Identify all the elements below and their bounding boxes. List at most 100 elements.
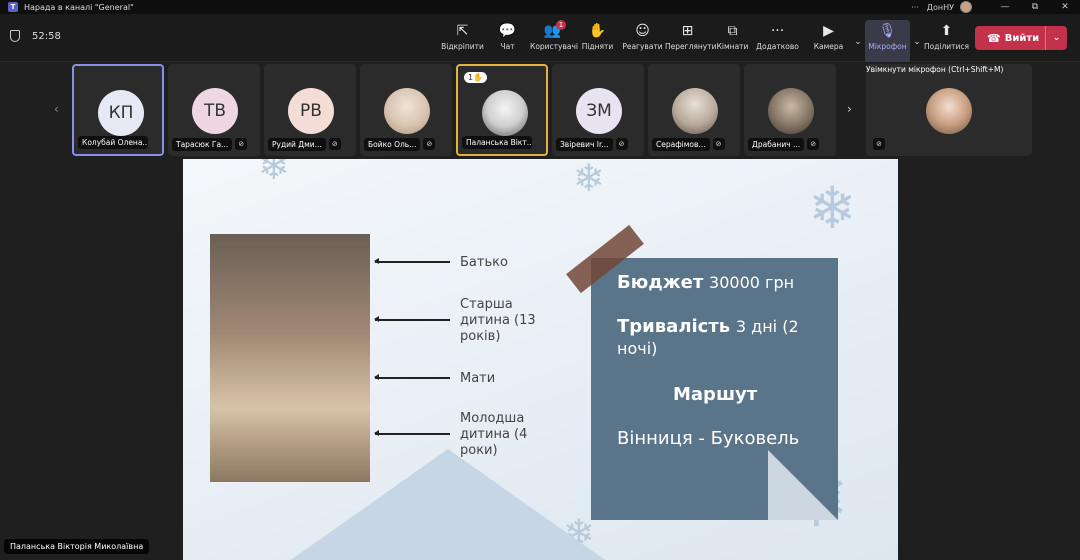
more-label: Додатково — [756, 42, 799, 51]
leave-button[interactable]: ☎ Вийти ⌄ — [975, 26, 1067, 50]
account-avatar[interactable] — [960, 1, 972, 13]
avatar — [672, 88, 718, 134]
meeting-timer: 52:58 — [10, 30, 61, 42]
meeting-toolbar: 52:58 ⇱ Відкріпити 💬 Чат 👥 1 Користувачі ✋ Пі… — [0, 14, 1080, 64]
raised-hand-badge: 1✋ — [464, 72, 488, 83]
people-button[interactable]: 👥 1 Користувачі — [530, 20, 579, 64]
route-heading: Маршут — [673, 384, 758, 405]
strip-prev-chevron-icon[interactable]: ‹ — [54, 102, 59, 116]
avatar: КП — [98, 90, 144, 136]
microphone-button[interactable]: 🎙 Мікрофон — [865, 20, 910, 64]
arrow-icon — [374, 316, 450, 322]
grid-icon: ⊞ — [681, 23, 694, 39]
camera-label: Камера — [813, 42, 844, 51]
label-younger-child: Молодша дитина (4 роки) — [374, 411, 540, 459]
participant-name: Драбанич ... — [748, 137, 805, 151]
participant-name: Рудий Дми... — [268, 137, 326, 151]
people-icon: 👥 — [543, 23, 562, 39]
more-options-icon[interactable]: ··· — [911, 3, 919, 12]
participant-name: Серафімов... — [652, 137, 710, 151]
unpin-button[interactable]: ⇱ Відкріпити — [440, 20, 485, 64]
avatar — [768, 88, 814, 134]
people-label: Користувачі — [530, 42, 579, 51]
more-icon: ··· — [770, 23, 785, 39]
rooms-label: Кімнати — [716, 42, 749, 51]
close-button[interactable]: ✕ — [1050, 2, 1080, 12]
snowflake-icon: ❄ — [573, 159, 605, 200]
maximize-button[interactable]: ⧉ — [1020, 2, 1050, 12]
unpin-label: Відкріпити — [441, 42, 484, 51]
mic-label: Мікрофон — [868, 42, 907, 51]
more-button[interactable]: ··· Додатково — [755, 20, 800, 64]
participant-strip: ‹ КП Колубай Олена... ТВ Тарасюк Га... ⊘ … — [0, 62, 1080, 158]
participant-tile[interactable]: ТВ Тарасюк Га... ⊘ — [168, 64, 260, 156]
mic-muted-icon: ⊘ — [328, 138, 341, 150]
chat-button[interactable]: 💬 Чат — [485, 20, 530, 64]
arrow-icon — [374, 430, 450, 436]
raise-hand-label: Підняти — [581, 42, 614, 51]
camera-button[interactable]: ▶ Камера — [806, 20, 851, 64]
duration-line: Тривалість 3 дні (2 ночі) — [617, 316, 799, 358]
avatar: ТВ — [192, 88, 238, 134]
participant-name: Звіревич Ir... — [556, 137, 613, 151]
participant-tile[interactable]: Серафімов... ⊘ — [648, 64, 740, 156]
mic-off-icon: 🎙 — [878, 23, 897, 39]
mic-tooltip: Увімкнути мікрофон (Ctrl+Shift+M) — [866, 65, 1004, 74]
hangup-icon: ☎ — [987, 31, 1001, 45]
participant-name: Бойко Оль... — [364, 137, 421, 151]
org-name[interactable]: ДонНУ — [927, 3, 954, 12]
hand-icon: ✋ — [588, 23, 607, 39]
mic-options-chevron-icon[interactable]: ⌄ — [910, 20, 924, 64]
share-button[interactable]: ⬆ Поділитися — [924, 20, 969, 64]
mic-muted-icon: ⊘ — [873, 138, 885, 150]
participant-name: Паланська Вікт... — [462, 135, 532, 149]
shared-slide: ❄ ❄ ❄ ❄ ❄ ❄ Батько Старша дитина (13 рок… — [183, 159, 898, 560]
chat-icon: 💬 — [498, 23, 517, 39]
shield-icon — [10, 30, 20, 42]
snowflake-icon: ❄ — [258, 159, 290, 188]
react-label: Реагувати — [622, 42, 663, 51]
timer-text: 52:58 — [32, 30, 61, 42]
mic-muted-icon: ⊘ — [615, 138, 628, 150]
participant-tile[interactable]: 1✋ Паланська Вікт... — [456, 64, 548, 156]
participant-tile[interactable]: Драбанич ... ⊘ — [744, 64, 836, 156]
route-value: Вінниця - Буковель — [617, 428, 800, 449]
participant-name: Тарасюк Га... — [172, 137, 233, 151]
toolbar-buttons: ⇱ Відкріпити 💬 Чат 👥 1 Користувачі ✋ Підняти … — [440, 20, 969, 64]
leave-options-chevron-icon[interactable]: ⌄ — [1045, 26, 1067, 50]
view-label: Переглянути — [665, 42, 717, 51]
camera-off-icon: ▶ — [823, 23, 834, 39]
arrow-icon — [374, 374, 450, 380]
share-label: Поділитися — [924, 42, 970, 51]
raise-hand-button[interactable]: ✋ Підняти — [575, 20, 620, 64]
teams-logo-icon: T — [8, 2, 18, 12]
smiley-icon: ☺ — [635, 23, 650, 39]
avatar — [482, 90, 528, 136]
participant-tile[interactable]: ЗМ Звіревич Ir... ⊘ — [552, 64, 644, 156]
participant-name: Колубай Олена... — [78, 135, 148, 149]
label-older-child: Старша дитина (13 років) — [374, 297, 540, 345]
participant-tile[interactable]: РВ Рудий Дми... ⊘ — [264, 64, 356, 156]
camera-options-chevron-icon[interactable]: ⌄ — [851, 20, 865, 64]
avatar — [926, 88, 972, 134]
view-button[interactable]: ⊞ Переглянути — [665, 20, 716, 64]
arrow-icon — [374, 258, 450, 264]
rooms-button[interactable]: ⧉ Кімнати — [710, 20, 755, 64]
strip-next-chevron-icon[interactable]: › — [847, 102, 852, 116]
window-title: Нарада в каналі "General" — [24, 2, 134, 12]
title-bar: T Нарада в каналі "General" ··· ДонНУ — … — [0, 0, 1080, 14]
unpin-icon: ⇱ — [456, 23, 469, 39]
label-father: Батько — [374, 255, 508, 271]
participant-tile[interactable]: КП Колубай Олена... — [72, 64, 164, 156]
avatar: РВ — [288, 88, 334, 134]
avatar: ЗМ — [576, 88, 622, 134]
budget-line: Бюджет 30000 грн — [617, 272, 795, 293]
info-note: Бюджет 30000 грн Тривалість 3 дні (2 ноч… — [591, 258, 838, 520]
participant-tile[interactable]: Бойко Оль... ⊘ — [360, 64, 452, 156]
react-button[interactable]: ☺ Реагувати — [620, 20, 665, 64]
minimize-button[interactable]: — — [990, 2, 1020, 12]
leave-label: Вийти — [1004, 32, 1040, 44]
label-mother: Мати — [374, 371, 495, 387]
chat-label: Чат — [500, 42, 515, 51]
people-badge: 1 — [556, 20, 566, 30]
